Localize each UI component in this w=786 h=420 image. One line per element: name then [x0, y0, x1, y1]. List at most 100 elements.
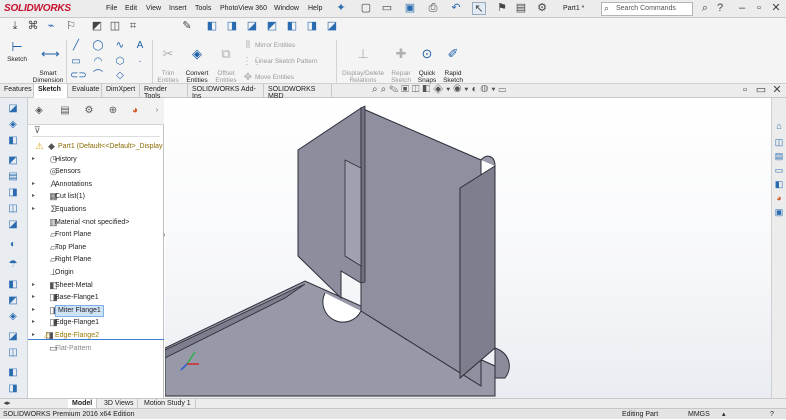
- tab-sketch[interactable]: Sketch: [34, 84, 68, 98]
- minimize-icon[interactable]: –: [735, 2, 749, 15]
- sketch-ribbon-icon[interactable]: ⤓: [8, 20, 22, 33]
- panel-restore-icon[interactable]: ▭: [754, 84, 768, 97]
- strip-tool-17-icon[interactable]: ◨: [5, 382, 21, 396]
- gear-icon[interactable]: ⚙: [535, 2, 549, 15]
- file-explorer-icon[interactable]: ▭: [773, 164, 785, 176]
- polygon-icon[interactable]: ⬡: [114, 56, 126, 68]
- tree-item[interactable]: ▸ ▦ Cut list(1): [28, 190, 164, 203]
- status-help-icon[interactable]: ?: [770, 409, 774, 420]
- tree-item[interactable]: ◎ Sensors: [28, 165, 164, 178]
- strip-tool-1-icon[interactable]: ◪: [5, 102, 21, 116]
- text-icon[interactable]: A: [134, 40, 146, 52]
- heads-up-view-toolbar[interactable]: ⌕⌕✎▣◫◧◈▾◉▾◐◍▾▭: [372, 84, 509, 95]
- quick-icon[interactable]: ⌘: [26, 20, 40, 33]
- tab-addins[interactable]: SOLIDWORKS Add-Ins: [188, 84, 264, 100]
- help-icon[interactable]: ?: [713, 2, 727, 15]
- cube3-icon[interactable]: ◪: [245, 20, 259, 33]
- tab-features[interactable]: Features: [0, 84, 34, 98]
- cube5-icon[interactable]: ◧: [285, 20, 299, 33]
- save-icon[interactable]: ▣: [403, 2, 417, 15]
- expand-arrow-icon[interactable]: ▸: [32, 178, 35, 191]
- menu-view[interactable]: View: [146, 5, 161, 12]
- menu-help[interactable]: Help: [308, 5, 322, 12]
- tree-item[interactable]: ▸ ◧ Sheet-Metal: [28, 279, 164, 292]
- undo-icon[interactable]: ↶: [449, 2, 463, 15]
- tab-mbd[interactable]: SOLIDWORKS MBD: [264, 84, 332, 100]
- panel-close-icon[interactable]: ✕: [770, 84, 784, 97]
- tree-item[interactable]: ▸ ◨ Edge-Flange1: [28, 316, 164, 329]
- strip-tool-8-icon[interactable]: ◪: [5, 218, 21, 232]
- strip-tool-11-icon[interactable]: ◧: [5, 278, 21, 292]
- strip-tool-6-icon[interactable]: ◨: [5, 186, 21, 200]
- sketch-button[interactable]: ⊢ Sketch: [2, 40, 32, 64]
- strip-tool-14-icon[interactable]: ◪: [5, 330, 21, 344]
- tree-item[interactable]: ▸ ⚠ ◨ Edge-Flange2: [28, 329, 164, 342]
- display-delete-relations-button[interactable]: ⊥ Display/Delete Relations: [338, 40, 388, 85]
- spline-icon[interactable]: ∿: [114, 40, 126, 52]
- strip-tool-4-icon[interactable]: ◩: [5, 154, 21, 168]
- sheet-metal-model[interactable]: [164, 98, 771, 398]
- strip-tool-15-icon[interactable]: ◫: [5, 346, 21, 360]
- print-icon[interactable]: ⎙: [426, 2, 440, 15]
- cube2-icon[interactable]: ◨: [225, 20, 239, 33]
- cube-icon[interactable]: ◧: [205, 20, 219, 33]
- expand-arrow-icon[interactable]: ▸: [32, 203, 35, 216]
- menu-file[interactable]: File: [106, 5, 117, 12]
- strip-tool-5-icon[interactable]: ▤: [5, 170, 21, 184]
- tab-evaluate[interactable]: Evaluate: [68, 84, 102, 98]
- rebuild-icon[interactable]: ⚑: [495, 2, 509, 15]
- units-dropdown-icon[interactable]: ▴: [722, 409, 726, 420]
- rectangle-icon[interactable]: ▭: [70, 56, 82, 68]
- tab-render-tools[interactable]: Render Tools: [140, 84, 188, 100]
- search-go-icon[interactable]: ⌕: [698, 2, 712, 15]
- cube6-icon[interactable]: ◨: [305, 20, 319, 33]
- panel-min-icon[interactable]: ▫: [738, 84, 752, 97]
- repair-sketch-button[interactable]: ✚ Repair Sketch: [387, 40, 415, 85]
- offset-entities-button[interactable]: ⧉ Offset Entities: [211, 40, 241, 85]
- search-input[interactable]: ⌕ Search Commands: [601, 2, 693, 16]
- smart-dimension-button[interactable]: ⟷ Smart Dimension: [30, 40, 66, 85]
- select-icon[interactable]: ↖: [472, 2, 486, 15]
- edge-flange-side-face[interactable]: [459, 165, 496, 380]
- home-icon[interactable]: ⌂: [773, 120, 785, 132]
- linear-pattern-button[interactable]: Linear Sketch Pattern: [255, 58, 318, 65]
- pin-icon[interactable]: ✦: [334, 2, 348, 15]
- expand-arrow-icon[interactable]: ▸: [32, 291, 35, 304]
- expand-arrow-icon[interactable]: ▸: [32, 279, 35, 292]
- tabs-more-icon[interactable]: ›: [150, 104, 164, 118]
- menu-edit[interactable]: Edit: [125, 5, 137, 12]
- strip-tool-12-icon[interactable]: ◩: [5, 294, 21, 308]
- exit-icon[interactable]: ⌁: [44, 20, 58, 33]
- trim-entities-button[interactable]: ✂ Trim Entities: [153, 40, 183, 85]
- strip-tool-10-icon[interactable]: ☂: [5, 258, 21, 272]
- rollback-bar[interactable]: [28, 339, 164, 340]
- menu-tools[interactable]: Tools: [195, 5, 211, 12]
- strip-tool-2-icon[interactable]: ◈: [5, 118, 21, 132]
- quick-snaps-button[interactable]: ⊙ Quick Snaps: [414, 40, 440, 85]
- rapid-sketch-button[interactable]: ✐ Rapid Sketch: [440, 40, 466, 85]
- fillet-icon[interactable]: ⌒: [92, 70, 104, 82]
- strip-tool-13-icon[interactable]: ◈: [5, 310, 21, 324]
- strip-tool-16-icon[interactable]: ◧: [5, 366, 21, 380]
- tree-item[interactable]: ▸ A Annotations: [28, 178, 164, 191]
- pencil-icon[interactable]: ✎: [180, 20, 194, 33]
- strip-tool-9-icon[interactable]: ◐: [5, 238, 21, 252]
- tree-item[interactable]: ⊥ Origin: [28, 266, 164, 279]
- new-doc-icon[interactable]: ▢: [359, 2, 373, 15]
- plane-sketch-icon[interactable]: ◇: [114, 70, 126, 82]
- strip-tool-3-icon[interactable]: ◧: [5, 134, 21, 148]
- cube7-icon[interactable]: ◪: [325, 20, 339, 33]
- options-icon[interactable]: ▤: [514, 2, 528, 15]
- appearances-icon[interactable]: ◕: [773, 192, 785, 204]
- status-units[interactable]: MMGS: [688, 409, 710, 420]
- menu-insert[interactable]: Insert: [169, 5, 187, 12]
- plane-btn-icon[interactable]: ◩: [90, 20, 104, 33]
- tree-item[interactable]: ▥ Material <not specified>: [28, 216, 164, 229]
- close-icon[interactable]: ✕: [769, 2, 783, 15]
- arc-icon[interactable]: ◠: [92, 56, 104, 68]
- configuration-tab-icon[interactable]: ⚙: [82, 104, 96, 118]
- cube4-icon[interactable]: ◩: [265, 20, 279, 33]
- tree-item[interactable]: ▸ ◷ History: [28, 153, 164, 166]
- expand-arrow-icon[interactable]: ▸: [32, 329, 35, 342]
- expand-arrow-icon[interactable]: ▸: [32, 153, 35, 166]
